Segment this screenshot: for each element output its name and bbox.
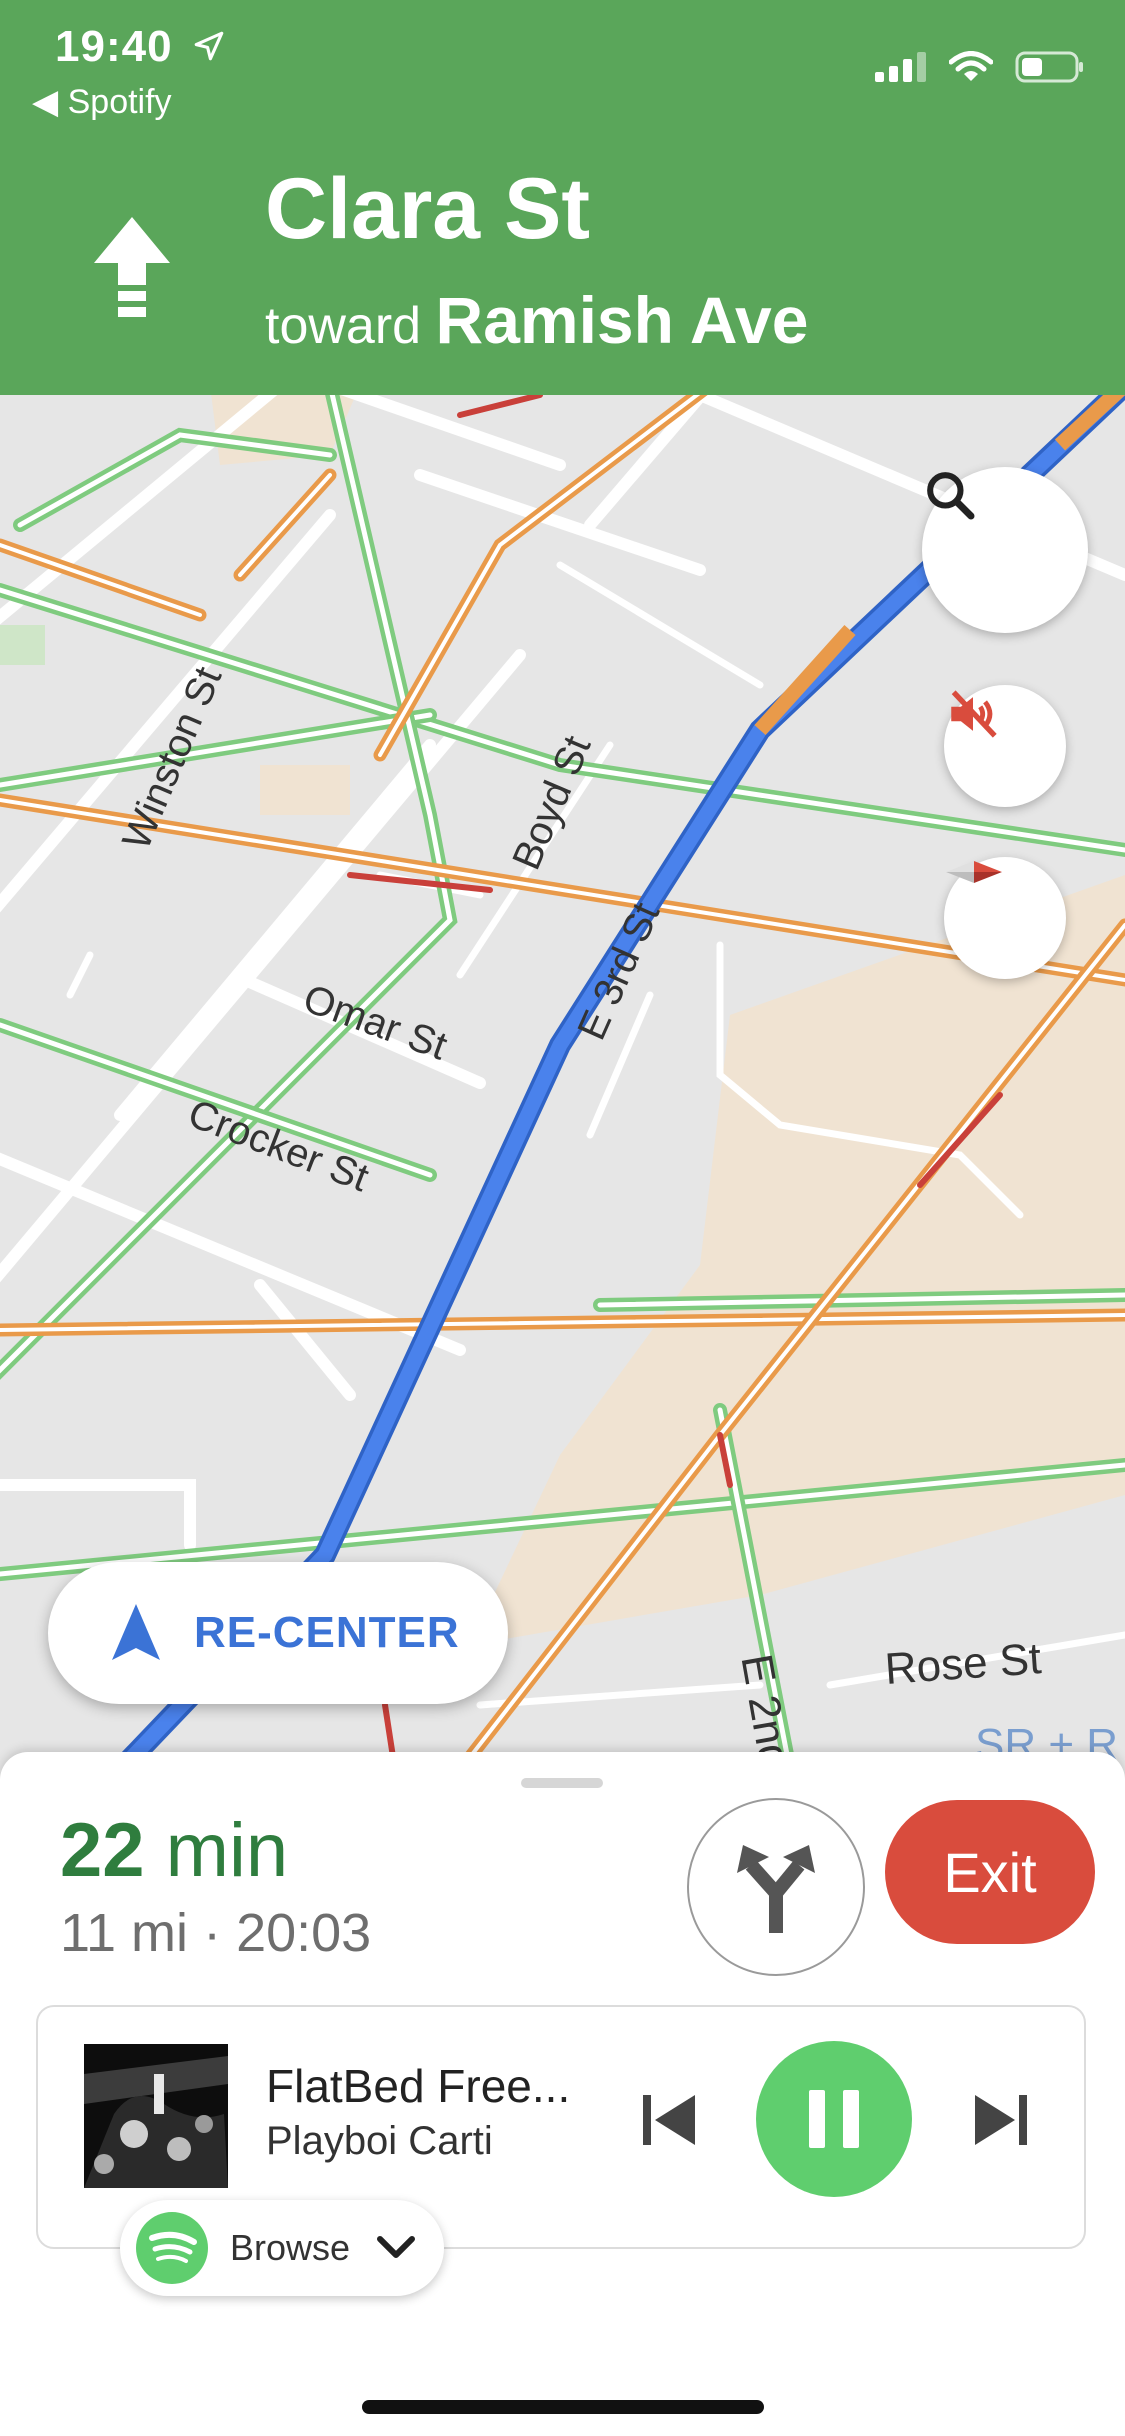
track-title: FlatBed Free...: [266, 2060, 571, 2112]
battery-icon: [1015, 51, 1083, 83]
navigation-arrow-icon: [112, 1604, 160, 1660]
toward-prefix: toward: [265, 297, 422, 355]
status-icons: [875, 50, 1085, 84]
toward-street-line: toward Ramish Ave: [265, 282, 808, 358]
meta-separator: ·: [203, 1903, 222, 1963]
next-track-button[interactable]: [966, 2085, 1036, 2155]
skip-next-icon: [975, 2095, 1027, 2145]
search-button[interactable]: [922, 467, 1088, 633]
trip-meta: 11 mi · 20:03: [60, 1902, 371, 1964]
wifi-icon: [949, 51, 993, 81]
cellular-signal-icon: [875, 52, 926, 82]
time-text: 19:40: [55, 22, 173, 71]
location-arrow-icon: [194, 31, 224, 61]
alternate-routes-button[interactable]: [687, 1798, 865, 1976]
duration-value: 22: [60, 1808, 145, 1893]
back-to-app-button[interactable]: ◀ Spotify: [32, 82, 172, 122]
spotify-logo-icon: [136, 2212, 208, 2284]
back-app-label: Spotify: [67, 83, 172, 121]
current-street-title: Clara St: [265, 161, 591, 257]
navigation-header: 19:40 ◀ Spotify Clara St toward Ramish A…: [0, 0, 1125, 395]
mute-button[interactable]: [944, 685, 1066, 807]
arrival-time: 20:03: [236, 1903, 372, 1963]
browse-label: Browse: [230, 2227, 351, 2268]
straight-arrow-icon: [90, 215, 174, 330]
route-fork-icon: [737, 1845, 815, 1933]
exit-button[interactable]: Exit: [885, 1800, 1095, 1944]
search-icon: [927, 472, 975, 520]
browse-dropdown[interactable]: Browse: [120, 2200, 444, 2296]
recenter-label: RE-CENTER: [194, 1608, 460, 1657]
trip-distance: 11 mi: [60, 1903, 189, 1963]
pause-button[interactable]: [756, 2041, 912, 2197]
chevron-down-icon: [377, 2236, 416, 2258]
recenter-button[interactable]: RE-CENTER: [48, 1562, 508, 1704]
back-triangle-icon: ◀: [32, 83, 59, 121]
sheet-drag-handle[interactable]: [521, 1778, 603, 1788]
trip-sheet: 22 min 11 mi · 20:03 Exit FlatBed Free..…: [0, 1752, 1125, 2436]
compass-icon: [946, 861, 1002, 883]
toward-street-name: Ramish Ave: [435, 283, 809, 357]
duration-unit: min: [165, 1808, 289, 1893]
eta-duration: 22 min: [60, 1807, 288, 1894]
pause-icon: [809, 2090, 859, 2148]
track-artist: Playboi Carti: [266, 2119, 493, 2163]
album-art: [84, 2044, 228, 2188]
volume-muted-icon: [951, 690, 997, 738]
previous-track-button[interactable]: [634, 2085, 704, 2155]
home-indicator[interactable]: [362, 2400, 764, 2414]
status-bar-time: 19:40: [55, 22, 226, 72]
skip-previous-icon: [643, 2095, 695, 2145]
compass-button[interactable]: [944, 857, 1066, 979]
